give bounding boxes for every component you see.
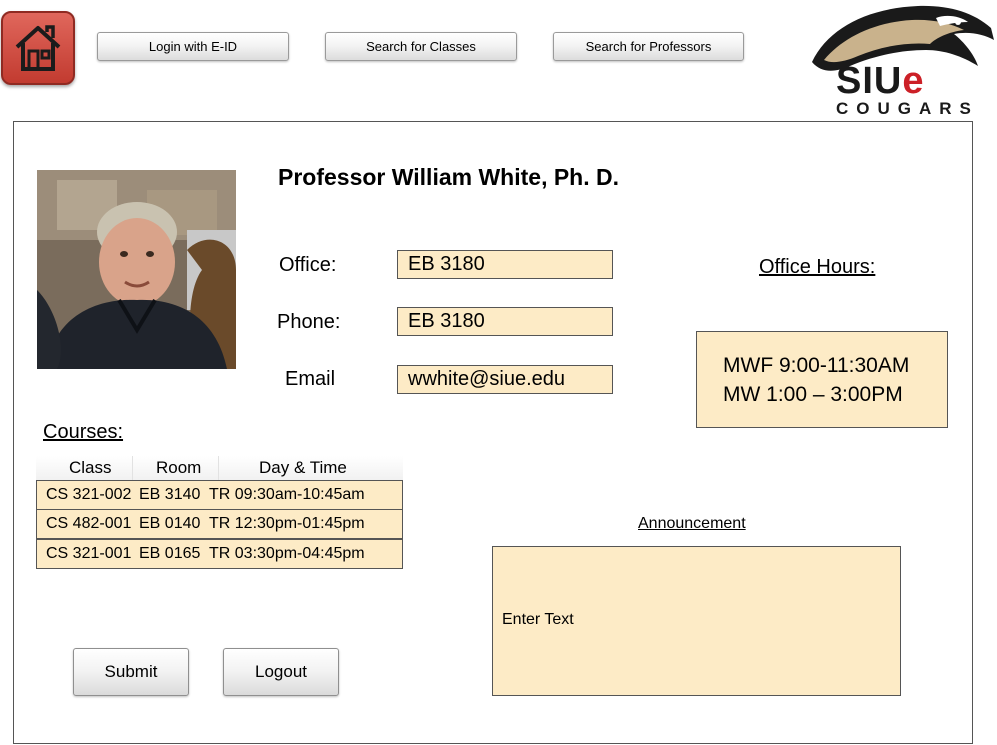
office-label: Office: [279, 254, 337, 276]
table-row[interactable]: CS 321-001 EB 0165 TR 03:30pm-04:45pm [36, 539, 403, 569]
office-field[interactable]: EB 3180 [397, 250, 613, 279]
office-hours-line: MWF 9:00-11:30AM [723, 353, 910, 377]
office-hours-title: Office Hours: [759, 256, 876, 278]
column-header-class: Class [69, 458, 112, 477]
courses-title: Courses: [43, 421, 124, 443]
office-hours-line: MW 1:00 – 3:00PM [723, 382, 903, 406]
announcement-textarea[interactable]: Enter Text [492, 546, 901, 696]
home-button[interactable] [1, 11, 75, 85]
phone-field[interactable]: EB 3180 [397, 307, 613, 336]
course-class: CS 321-002 [46, 486, 132, 503]
email-label: Email [285, 368, 336, 390]
announcement-title: Announcement [638, 515, 746, 532]
course-time: TR 09:30am-10:45am [209, 486, 365, 503]
column-header-room: Room [156, 458, 202, 477]
search-classes-button[interactable]: Search for Classes [325, 32, 517, 61]
email-field[interactable]: wwhite@siue.edu [397, 365, 613, 394]
login-eid-button[interactable]: Login with E-ID [97, 32, 289, 61]
professor-photo [37, 170, 236, 369]
phone-label: Phone: [277, 311, 341, 333]
course-room: EB 3140 [139, 486, 201, 503]
course-class: CS 482-001 [46, 515, 132, 532]
course-room: EB 0165 [139, 545, 201, 562]
office-hours-box[interactable]: MWF 9:00-11:30AM MW 1:00 – 3:00PM [696, 331, 948, 428]
professor-name: Professor William White, Ph. D. [278, 164, 620, 190]
course-time: TR 12:30pm-01:45pm [209, 515, 365, 532]
logout-button[interactable]: Logout [223, 648, 339, 696]
column-divider [218, 456, 219, 480]
house-icon [15, 25, 61, 71]
course-time: TR 03:30pm-04:45pm [209, 545, 365, 562]
column-divider [132, 456, 133, 480]
table-row[interactable]: CS 482-001 EB 0140 TR 12:30pm-01:45pm [36, 509, 403, 539]
column-header-day-time: Day & Time [259, 458, 347, 477]
courses-table-header: Class Room Day & Time [36, 456, 403, 480]
course-room: EB 0140 [139, 515, 201, 532]
logo-subtitle: COUGARS [836, 99, 979, 118]
table-row[interactable]: CS 321-002 EB 3140 TR 09:30am-10:45am [36, 480, 403, 510]
submit-button[interactable]: Submit [73, 648, 189, 696]
course-class: CS 321-001 [46, 545, 132, 562]
logo-wordmark: SIUe [836, 60, 925, 102]
search-professors-button[interactable]: Search for Professors [553, 32, 744, 61]
